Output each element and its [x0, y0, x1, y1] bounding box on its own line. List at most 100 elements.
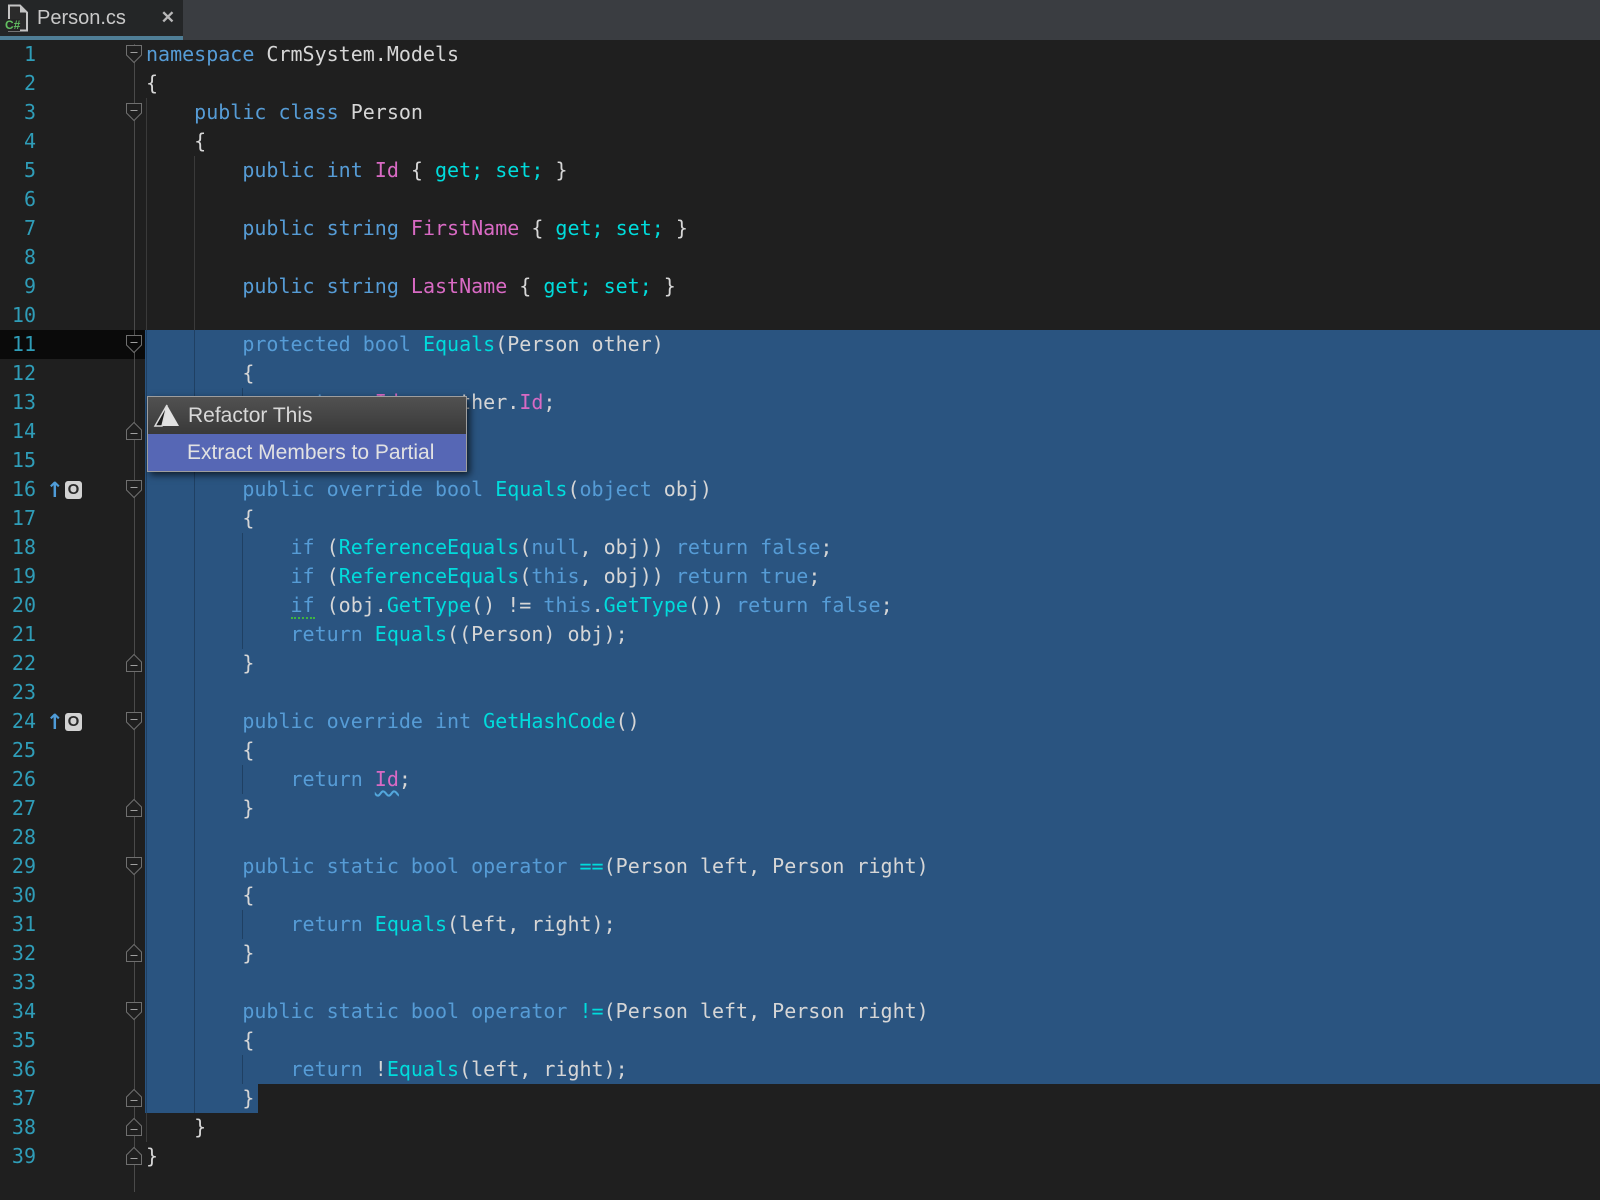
- line-number-2[interactable]: 2: [0, 69, 36, 98]
- line-number-14[interactable]: 14: [0, 417, 36, 446]
- code-line-20[interactable]: if (obj.GetType() != this.GetType()) ret…: [146, 591, 929, 620]
- line-number-5[interactable]: 5: [0, 156, 36, 185]
- code-line-4[interactable]: {: [146, 127, 929, 156]
- code-line-25[interactable]: {: [146, 736, 929, 765]
- code-line-5[interactable]: public int Id { get; set; }: [146, 156, 929, 185]
- code-line-31[interactable]: return Equals(left, right);: [146, 910, 929, 939]
- csharp-file-icon: C#: [5, 4, 28, 32]
- fold-collapse-end-marker[interactable]: [125, 1117, 143, 1137]
- fold-collapse-start-marker[interactable]: [125, 1001, 143, 1021]
- line-number-6[interactable]: 6: [0, 185, 36, 214]
- line-number-28[interactable]: 28: [0, 823, 36, 852]
- code-line-28[interactable]: [146, 823, 929, 852]
- line-number-31[interactable]: 31: [0, 910, 36, 939]
- code-line-8[interactable]: [146, 243, 929, 272]
- code-line-30[interactable]: {: [146, 881, 929, 910]
- code-line-37[interactable]: }: [146, 1084, 929, 1113]
- code-line-19[interactable]: if (ReferenceEquals(this, obj)) return t…: [146, 562, 929, 591]
- line-number-12[interactable]: 12: [0, 359, 36, 388]
- code-line-24[interactable]: public override int GetHashCode(): [146, 707, 929, 736]
- line-number-33[interactable]: 33: [0, 968, 36, 997]
- fold-collapse-end-marker[interactable]: [125, 421, 143, 441]
- fold-collapse-start-marker[interactable]: [125, 856, 143, 876]
- code-line-9[interactable]: public string LastName { get; set; }: [146, 272, 929, 301]
- override-indicator-icon[interactable]: ↑ O: [46, 710, 83, 734]
- code-line-1[interactable]: namespace CrmSystem.Models: [146, 40, 929, 69]
- code-line-11[interactable]: protected bool Equals(Person other): [146, 330, 929, 359]
- fold-collapse-end-marker[interactable]: [125, 943, 143, 963]
- line-number-21[interactable]: 21: [0, 620, 36, 649]
- fold-collapse-start-marker[interactable]: [125, 102, 143, 122]
- code-line-10[interactable]: [146, 301, 929, 330]
- fold-collapse-end-marker[interactable]: [125, 1146, 143, 1166]
- code-line-23[interactable]: [146, 678, 929, 707]
- line-number-19[interactable]: 19: [0, 562, 36, 591]
- code-line-38[interactable]: }: [146, 1113, 929, 1142]
- line-number-29[interactable]: 29: [0, 852, 36, 881]
- line-number-22[interactable]: 22: [0, 649, 36, 678]
- code-line-6[interactable]: [146, 185, 929, 214]
- tab-person-cs[interactable]: C# Person.cs ✕: [0, 0, 183, 40]
- fold-collapse-start-marker[interactable]: [125, 44, 143, 64]
- line-number-8[interactable]: 8: [0, 243, 36, 272]
- line-number-26[interactable]: 26: [0, 765, 36, 794]
- line-number-1[interactable]: 1: [0, 40, 36, 69]
- line-number-39[interactable]: 39: [0, 1142, 36, 1171]
- override-indicator-icon[interactable]: ↑ O: [46, 478, 83, 502]
- line-number-36[interactable]: 36: [0, 1055, 36, 1084]
- line-number-4[interactable]: 4: [0, 127, 36, 156]
- code-line-3[interactable]: public class Person: [146, 98, 929, 127]
- line-number-16[interactable]: 16: [0, 475, 36, 504]
- refactor-pyramid-icon: [153, 404, 179, 427]
- line-number-20[interactable]: 20: [0, 591, 36, 620]
- menu-item-extract-members-to-partial[interactable]: Extract Members to Partial: [148, 434, 466, 471]
- code-line-12[interactable]: {: [146, 359, 929, 388]
- fold-collapse-end-marker[interactable]: [125, 798, 143, 818]
- line-number-15[interactable]: 15: [0, 446, 36, 475]
- line-number-38[interactable]: 38: [0, 1113, 36, 1142]
- code-line-16[interactable]: public override bool Equals(object obj): [146, 475, 929, 504]
- line-number-34[interactable]: 34: [0, 997, 36, 1026]
- refactor-menu-title: Refactor This: [188, 403, 313, 427]
- line-number-13[interactable]: 13: [0, 388, 36, 417]
- close-icon[interactable]: ✕: [161, 8, 175, 28]
- line-number-23[interactable]: 23: [0, 678, 36, 707]
- line-number-18[interactable]: 18: [0, 533, 36, 562]
- line-number-11[interactable]: 11: [0, 330, 36, 359]
- code-line-21[interactable]: return Equals((Person) obj);: [146, 620, 929, 649]
- code-line-33[interactable]: [146, 968, 929, 997]
- fold-collapse-start-marker[interactable]: [125, 479, 143, 499]
- line-number-24[interactable]: 24: [0, 707, 36, 736]
- code-line-34[interactable]: public static bool operator !=(Person le…: [146, 997, 928, 1026]
- line-number-7[interactable]: 7: [0, 214, 36, 243]
- fold-collapse-end-marker[interactable]: [125, 1088, 143, 1108]
- code-line-32[interactable]: }: [146, 939, 929, 968]
- code-line-7[interactable]: public string FirstName { get; set; }: [146, 214, 929, 243]
- line-number-17[interactable]: 17: [0, 504, 36, 533]
- code-line-36[interactable]: return !Equals(left, right);: [146, 1055, 929, 1084]
- code-line-2[interactable]: {: [146, 69, 929, 98]
- code-line-27[interactable]: }: [146, 794, 929, 823]
- code-text-area[interactable]: namespace CrmSystem.Models{ public class…: [146, 40, 929, 1171]
- code-line-29[interactable]: public static bool operator ==(Person le…: [146, 852, 928, 881]
- line-number-10[interactable]: 10: [0, 301, 36, 330]
- line-number-3[interactable]: 3: [0, 98, 36, 127]
- line-number-25[interactable]: 25: [0, 736, 36, 765]
- line-number-27[interactable]: 27: [0, 794, 36, 823]
- line-number-9[interactable]: 9: [0, 272, 36, 301]
- line-number-32[interactable]: 32: [0, 939, 36, 968]
- code-line-18[interactable]: if (ReferenceEquals(null, obj)) return f…: [146, 533, 929, 562]
- line-number-35[interactable]: 35: [0, 1026, 36, 1055]
- line-number-30[interactable]: 30: [0, 881, 36, 910]
- line-number-gutter[interactable]: 1 2 3 4 5 6 7 8 9 10 11 12 13 14 15 16 17 18 19 20 21 22 23 24 2…: [0, 40, 36, 1171]
- line-number-37[interactable]: 37: [0, 1084, 36, 1113]
- fold-collapse-start-marker[interactable]: [125, 711, 143, 731]
- code-line-26[interactable]: return Id;: [146, 765, 929, 794]
- code-line-22[interactable]: }: [146, 649, 929, 678]
- code-line-39[interactable]: }: [146, 1142, 929, 1171]
- code-editor[interactable]: 1 2 3 4 5 6 7 8 9 10 11 12 13 14 15 16 17 18 19 20 21 22 23 24 2…: [0, 40, 1600, 1200]
- fold-collapse-start-marker[interactable]: [125, 334, 143, 354]
- fold-collapse-end-marker[interactable]: [125, 653, 143, 673]
- code-line-35[interactable]: {: [146, 1026, 929, 1055]
- code-line-17[interactable]: {: [146, 504, 929, 533]
